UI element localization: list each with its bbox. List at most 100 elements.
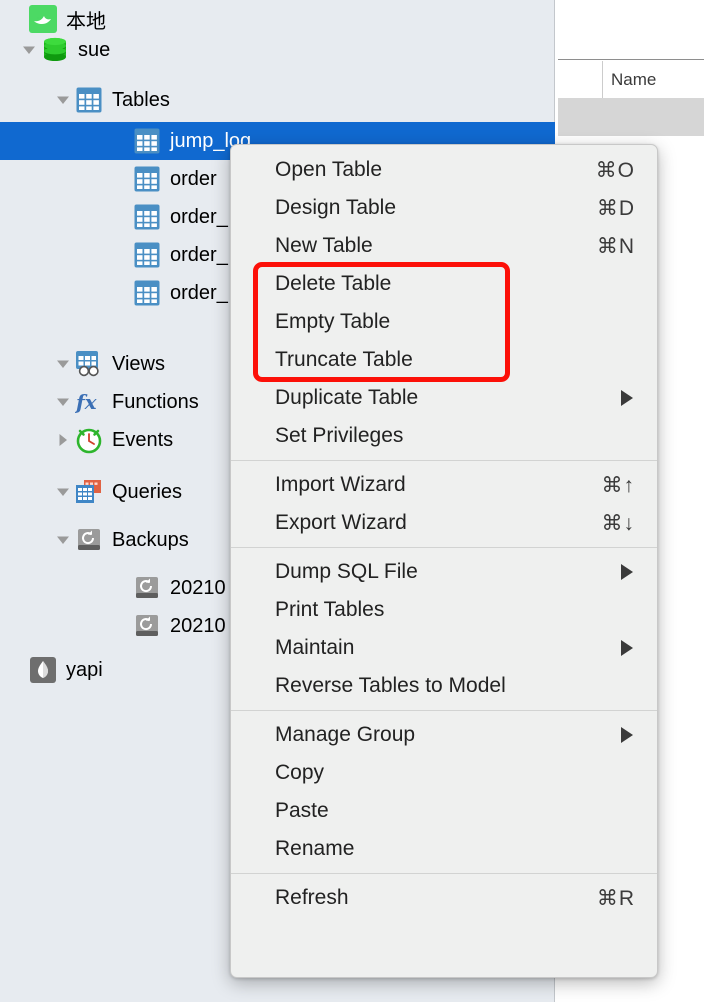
menu-item-label: Open Table [275,158,596,182]
views-icon [74,349,104,379]
tree-item-label: Events [112,429,173,452]
tree-item-label: Queries [112,481,182,504]
chevron-down-icon[interactable] [52,521,74,559]
tree-indent [0,492,52,493]
tree-item-label: 20210 [170,615,226,638]
menu-item-refresh[interactable]: Refresh⌘R [231,879,657,917]
tree-indent [0,141,110,142]
table-icon [132,164,162,194]
tree-indent [0,217,110,218]
menu-item-import-wizard[interactable]: Import Wizard⌘↑ [231,466,657,504]
mongodb-leaf-icon [28,655,58,685]
menu-item-paste[interactable]: Paste [231,792,657,830]
functions-fx-icon: fx [74,387,104,417]
submenu-arrow-icon [621,564,633,580]
tree-item-label: order_ [170,206,228,229]
queries-icon [74,477,104,507]
menu-item-label: Print Tables [275,598,643,622]
table-icon [132,202,162,232]
grid-column-header-name[interactable]: Name [602,61,656,98]
menu-item-label: Export Wizard [275,511,602,535]
menu-item-shortcut: ⌘D [597,196,643,221]
content-toolbar [558,0,704,60]
tree-item-label: Tables [112,89,170,112]
chevron-down-icon[interactable] [52,81,74,119]
tree-spacer [110,569,132,607]
menu-item-new-table[interactable]: New Table⌘N [231,227,657,265]
chevron-right-icon[interactable] [52,421,74,459]
menu-item-set-privileges[interactable]: Set Privileges [231,417,657,455]
menu-item-maintain[interactable]: Maintain [231,629,657,667]
table-icon [132,126,162,156]
tree-item-label: yapi [66,659,103,682]
tree-indent [0,402,52,403]
tree-item-label: Views [112,353,165,376]
chevron-down-icon[interactable] [18,31,40,69]
menu-item-duplicate-table[interactable]: Duplicate Table [231,379,657,417]
menu-item-label: Manage Group [275,723,621,747]
menu-item-export-wizard[interactable]: Export Wizard⌘↓ [231,504,657,542]
menu-item-truncate-table[interactable]: Truncate Table [231,341,657,379]
tree-item-label: order [170,168,217,191]
chevron-down-icon[interactable] [52,473,74,511]
submenu-arrow-icon [621,727,633,743]
menu-item-label: Copy [275,761,643,785]
menu-item-delete-table[interactable]: Delete Table [231,265,657,303]
submenu-arrow-icon [621,640,633,656]
backup-icon [74,525,104,555]
context-menu[interactable]: Open Table⌘ODesign Table⌘DNew Table⌘NDel… [230,144,658,978]
grid-row[interactable] [558,98,704,136]
tree-indent [0,440,52,441]
menu-item-label: New Table [275,234,597,258]
tree-indent [0,100,52,101]
tree-indent [0,364,52,365]
menu-item-label: Design Table [275,196,597,220]
menu-item-copy[interactable]: Copy [231,754,657,792]
menu-item-shortcut: ⌘O [596,158,643,183]
menu-item-rename[interactable]: Rename [231,830,657,868]
menu-separator [231,710,657,711]
events-clock-icon [74,425,104,455]
chevron-down-icon[interactable] [52,383,74,421]
tree-item-label: 本地 [66,5,106,34]
menu-item-design-table[interactable]: Design Table⌘D [231,189,657,227]
chevron-down-icon[interactable] [52,345,74,383]
sidebar-item-tables[interactable]: Tables [0,81,555,119]
tree-indent [0,588,110,589]
menu-item-shortcut: ⌘N [597,234,643,259]
database-icon [40,35,70,65]
table-icon [132,278,162,308]
sidebar-item-database-sue[interactable]: sue [0,31,555,69]
tree-spacer [6,651,28,689]
menu-item-label: Reverse Tables to Model [275,674,643,698]
menu-item-label: Truncate Table [275,348,643,372]
menu-separator [231,873,657,874]
tree-indent [0,626,110,627]
tree-indent [0,293,110,294]
tree-indent [0,255,110,256]
svg-text:fx: fx [75,390,98,414]
tree-item-label: order_ [170,244,228,267]
backup-icon [132,573,162,603]
menu-separator [231,460,657,461]
menu-item-label: Import Wizard [275,473,602,497]
menu-item-empty-table[interactable]: Empty Table [231,303,657,341]
menu-item-print-tables[interactable]: Print Tables [231,591,657,629]
grid-header: Name [558,61,704,98]
mysql-dolphin-icon [28,4,58,34]
menu-item-reverse-tables-to-model[interactable]: Reverse Tables to Model [231,667,657,705]
menu-item-label: Refresh [275,886,597,910]
menu-separator [231,547,657,548]
menu-item-label: Maintain [275,636,621,660]
menu-item-label: Empty Table [275,310,643,334]
menu-item-label: Duplicate Table [275,386,621,410]
menu-item-label: Rename [275,837,643,861]
tree-spacer [110,607,132,645]
menu-item-manage-group[interactable]: Manage Group [231,716,657,754]
menu-item-open-table[interactable]: Open Table⌘O [231,151,657,189]
tree-indent [0,50,18,51]
table-group-icon [74,85,104,115]
menu-item-dump-sql-file[interactable]: Dump SQL File [231,553,657,591]
tree-spacer [110,274,132,312]
submenu-arrow-icon [621,390,633,406]
